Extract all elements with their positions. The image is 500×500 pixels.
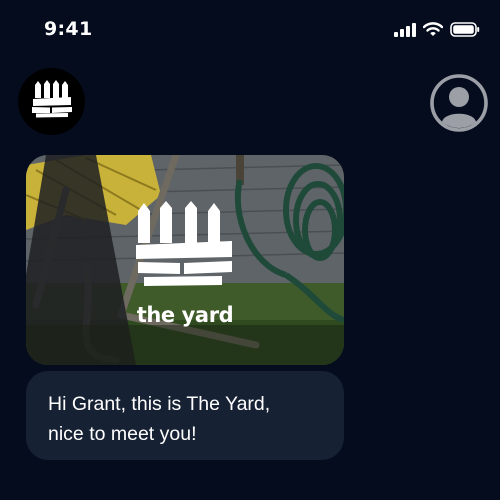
cellular-signal-icon [394, 22, 416, 37]
backyard-photo [26, 155, 344, 365]
status-icons [394, 22, 480, 37]
image-message[interactable]: the yard [26, 155, 344, 365]
status-bar: 9:41 [0, 0, 500, 62]
battery-icon [450, 22, 480, 37]
status-time: 9:41 [44, 18, 93, 40]
the-yard-fence-logo-icon [31, 80, 72, 123]
wifi-icon [423, 22, 443, 37]
business-avatar[interactable] [18, 68, 85, 135]
text-message[interactable]: Hi Grant, this is The Yard, nice to meet… [26, 371, 344, 460]
message-line: Hi Grant, this is The Yard, [48, 393, 271, 415]
profile-button[interactable] [429, 73, 489, 138]
message-line: nice to meet you! [48, 423, 197, 445]
brand-wordmark: the yard [136, 303, 234, 327]
user-profile-icon [429, 73, 489, 138]
